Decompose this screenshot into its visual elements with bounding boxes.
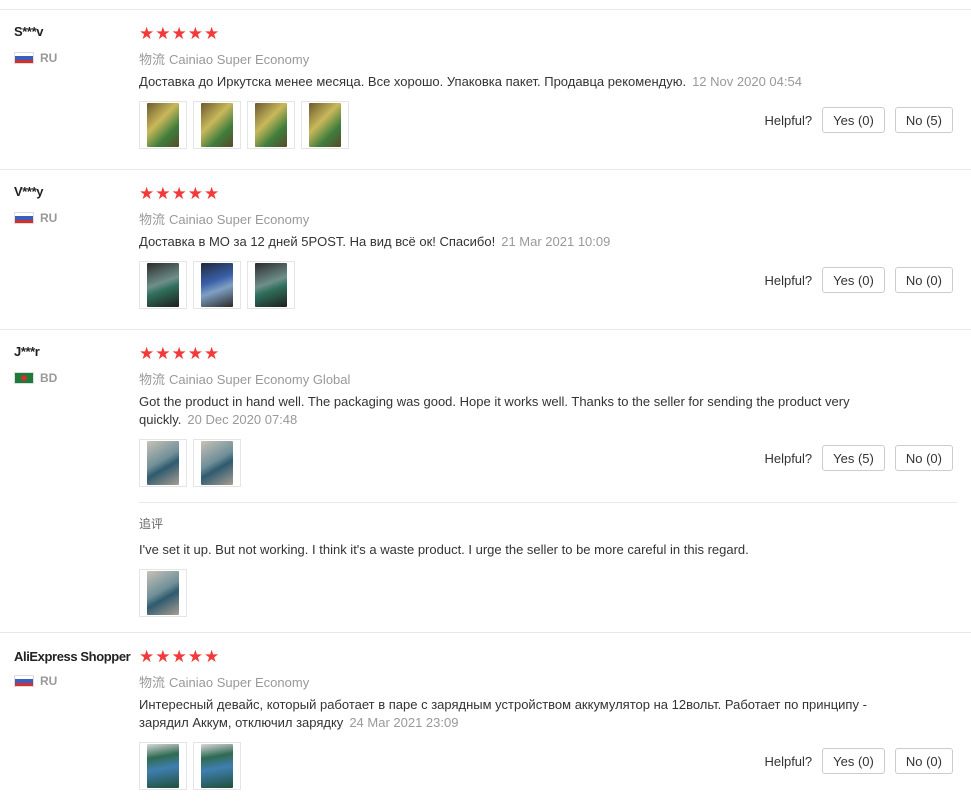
- helpful-no-button[interactable]: No (0): [894, 748, 953, 774]
- review-photo-thumbnail[interactable]: [247, 261, 295, 309]
- logistics-label: 物流: [139, 372, 166, 387]
- helpful-yes-button[interactable]: Yes (5): [822, 445, 885, 471]
- country-code: RU: [40, 211, 58, 225]
- review-photo-thumbnail[interactable]: [139, 101, 187, 149]
- photo-image: [147, 441, 179, 485]
- review-photos: [139, 261, 295, 309]
- review-photo-thumbnail[interactable]: [301, 101, 349, 149]
- review-photo-thumbnail[interactable]: [139, 569, 187, 617]
- reviewer-country: RU: [14, 674, 57, 688]
- review-text: Интересный девайс, который работает в па…: [139, 696, 869, 732]
- star-rating: ★★★★★: [139, 184, 221, 203]
- logistics-label: 物流: [139, 675, 166, 690]
- star-rating: ★★★★★: [139, 24, 221, 43]
- helpful-no-button[interactable]: No (5): [894, 107, 953, 133]
- review-date: 20 Dec 2020 07:48: [187, 412, 298, 427]
- logistics-info: 物流 Cainiao Super Economy Global: [139, 369, 350, 388]
- review-photo-thumbnail[interactable]: [193, 742, 241, 790]
- review-photo-thumbnail[interactable]: [193, 101, 241, 149]
- russia-flag-icon: [14, 212, 34, 224]
- photo-image: [201, 103, 233, 147]
- review-photos: [139, 439, 241, 487]
- logistics-name: Cainiao Super Economy: [169, 52, 310, 67]
- helpful-yes-button[interactable]: Yes (0): [822, 267, 885, 293]
- review-text: Got the product in hand well. The packag…: [139, 393, 869, 429]
- reviewer-name: S***v: [14, 24, 44, 39]
- reviewer-name: J***r: [14, 344, 40, 359]
- review-photo-thumbnail[interactable]: [139, 261, 187, 309]
- photo-image: [201, 744, 233, 788]
- review-photo-thumbnail[interactable]: [139, 439, 187, 487]
- photo-image: [255, 103, 287, 147]
- helpful-no-button[interactable]: No (0): [894, 445, 953, 471]
- russia-flag-icon: [14, 52, 34, 64]
- photo-image: [147, 744, 179, 788]
- photo-image: [147, 103, 179, 147]
- country-code: RU: [40, 674, 58, 688]
- review-photos: [139, 742, 241, 790]
- helpful-controls: Helpful? Yes (5) No (0): [764, 445, 953, 471]
- reviewer-name: V***y: [14, 184, 44, 199]
- photo-image: [201, 441, 233, 485]
- logistics-info: 物流 Cainiao Super Economy: [139, 672, 309, 691]
- star-rating: ★★★★★: [139, 647, 221, 666]
- logistics-name: Cainiao Super Economy: [169, 212, 310, 227]
- helpful-label: Helpful?: [764, 112, 813, 128]
- helpful-label: Helpful?: [764, 450, 813, 466]
- country-code: RU: [40, 51, 58, 65]
- review-item: AliExpress Shopper RU ★★★★★ 物流 Cainiao Su…: [0, 632, 971, 806]
- bangladesh-flag-icon: [14, 372, 34, 384]
- russia-flag-icon: [14, 675, 34, 687]
- logistics-info: 物流 Cainiao Super Economy: [139, 209, 309, 228]
- review-date: 21 Mar 2021 10:09: [501, 234, 611, 249]
- review-body: Доставка до Иркутска менее месяца. Все х…: [139, 74, 687, 89]
- helpful-label: Helpful?: [764, 272, 813, 288]
- helpful-controls: Helpful? Yes (0) No (0): [764, 748, 953, 774]
- review-item: J***r BD ★★★★★ 物流 Cainiao Super Economy G…: [0, 329, 971, 633]
- review-body: Интересный девайс, который работает в па…: [139, 697, 867, 730]
- photo-image: [309, 103, 341, 147]
- review-photo-thumbnail[interactable]: [193, 439, 241, 487]
- logistics-name: Cainiao Super Economy: [169, 675, 310, 690]
- country-code: BD: [40, 371, 58, 385]
- photo-image: [147, 263, 179, 307]
- helpful-no-button[interactable]: No (0): [894, 267, 953, 293]
- reviewer-country: RU: [14, 51, 57, 65]
- helpful-yes-button[interactable]: Yes (0): [822, 748, 885, 774]
- photo-image: [255, 263, 287, 307]
- review-body: Доставка в МО за 12 дней 5POST. На вид в…: [139, 234, 496, 249]
- logistics-label: 物流: [139, 52, 166, 67]
- star-rating: ★★★★★: [139, 344, 221, 363]
- followup-text: I've set it up. But not working. I think…: [139, 542, 749, 557]
- review-photo-thumbnail[interactable]: [247, 101, 295, 149]
- followup-divider: [139, 502, 957, 503]
- reviewer-country: BD: [14, 371, 57, 385]
- review-text: Доставка в МО за 12 дней 5POST. На вид в…: [139, 233, 869, 251]
- helpful-label: Helpful?: [764, 753, 813, 769]
- logistics-label: 物流: [139, 212, 166, 227]
- logistics-name: Cainiao Super Economy Global: [169, 372, 351, 387]
- reviewer-country: RU: [14, 211, 57, 225]
- helpful-controls: Helpful? Yes (0) No (0): [764, 267, 953, 293]
- followup-label: 追评: [139, 517, 164, 531]
- photo-image: [147, 571, 179, 615]
- followup-photos: [139, 569, 187, 617]
- reviewer-name: AliExpress Shopper: [14, 649, 131, 664]
- helpful-controls: Helpful? Yes (0) No (5): [764, 107, 953, 133]
- review-photos: [139, 101, 349, 149]
- logistics-info: 物流 Cainiao Super Economy: [139, 49, 309, 68]
- review-photo-thumbnail[interactable]: [139, 742, 187, 790]
- photo-image: [201, 263, 233, 307]
- review-item: V***y RU ★★★★★ 物流 Cainiao Super Economy Д…: [0, 169, 971, 330]
- helpful-yes-button[interactable]: Yes (0): [822, 107, 885, 133]
- review-item: S***v RU ★★★★★ 物流 Cainiao Super Economy Д…: [0, 9, 971, 170]
- review-date: 24 Mar 2021 23:09: [349, 715, 459, 730]
- review-photo-thumbnail[interactable]: [193, 261, 241, 309]
- review-date: 12 Nov 2020 04:54: [692, 74, 802, 89]
- review-text: Доставка до Иркутска менее месяца. Все х…: [139, 73, 869, 91]
